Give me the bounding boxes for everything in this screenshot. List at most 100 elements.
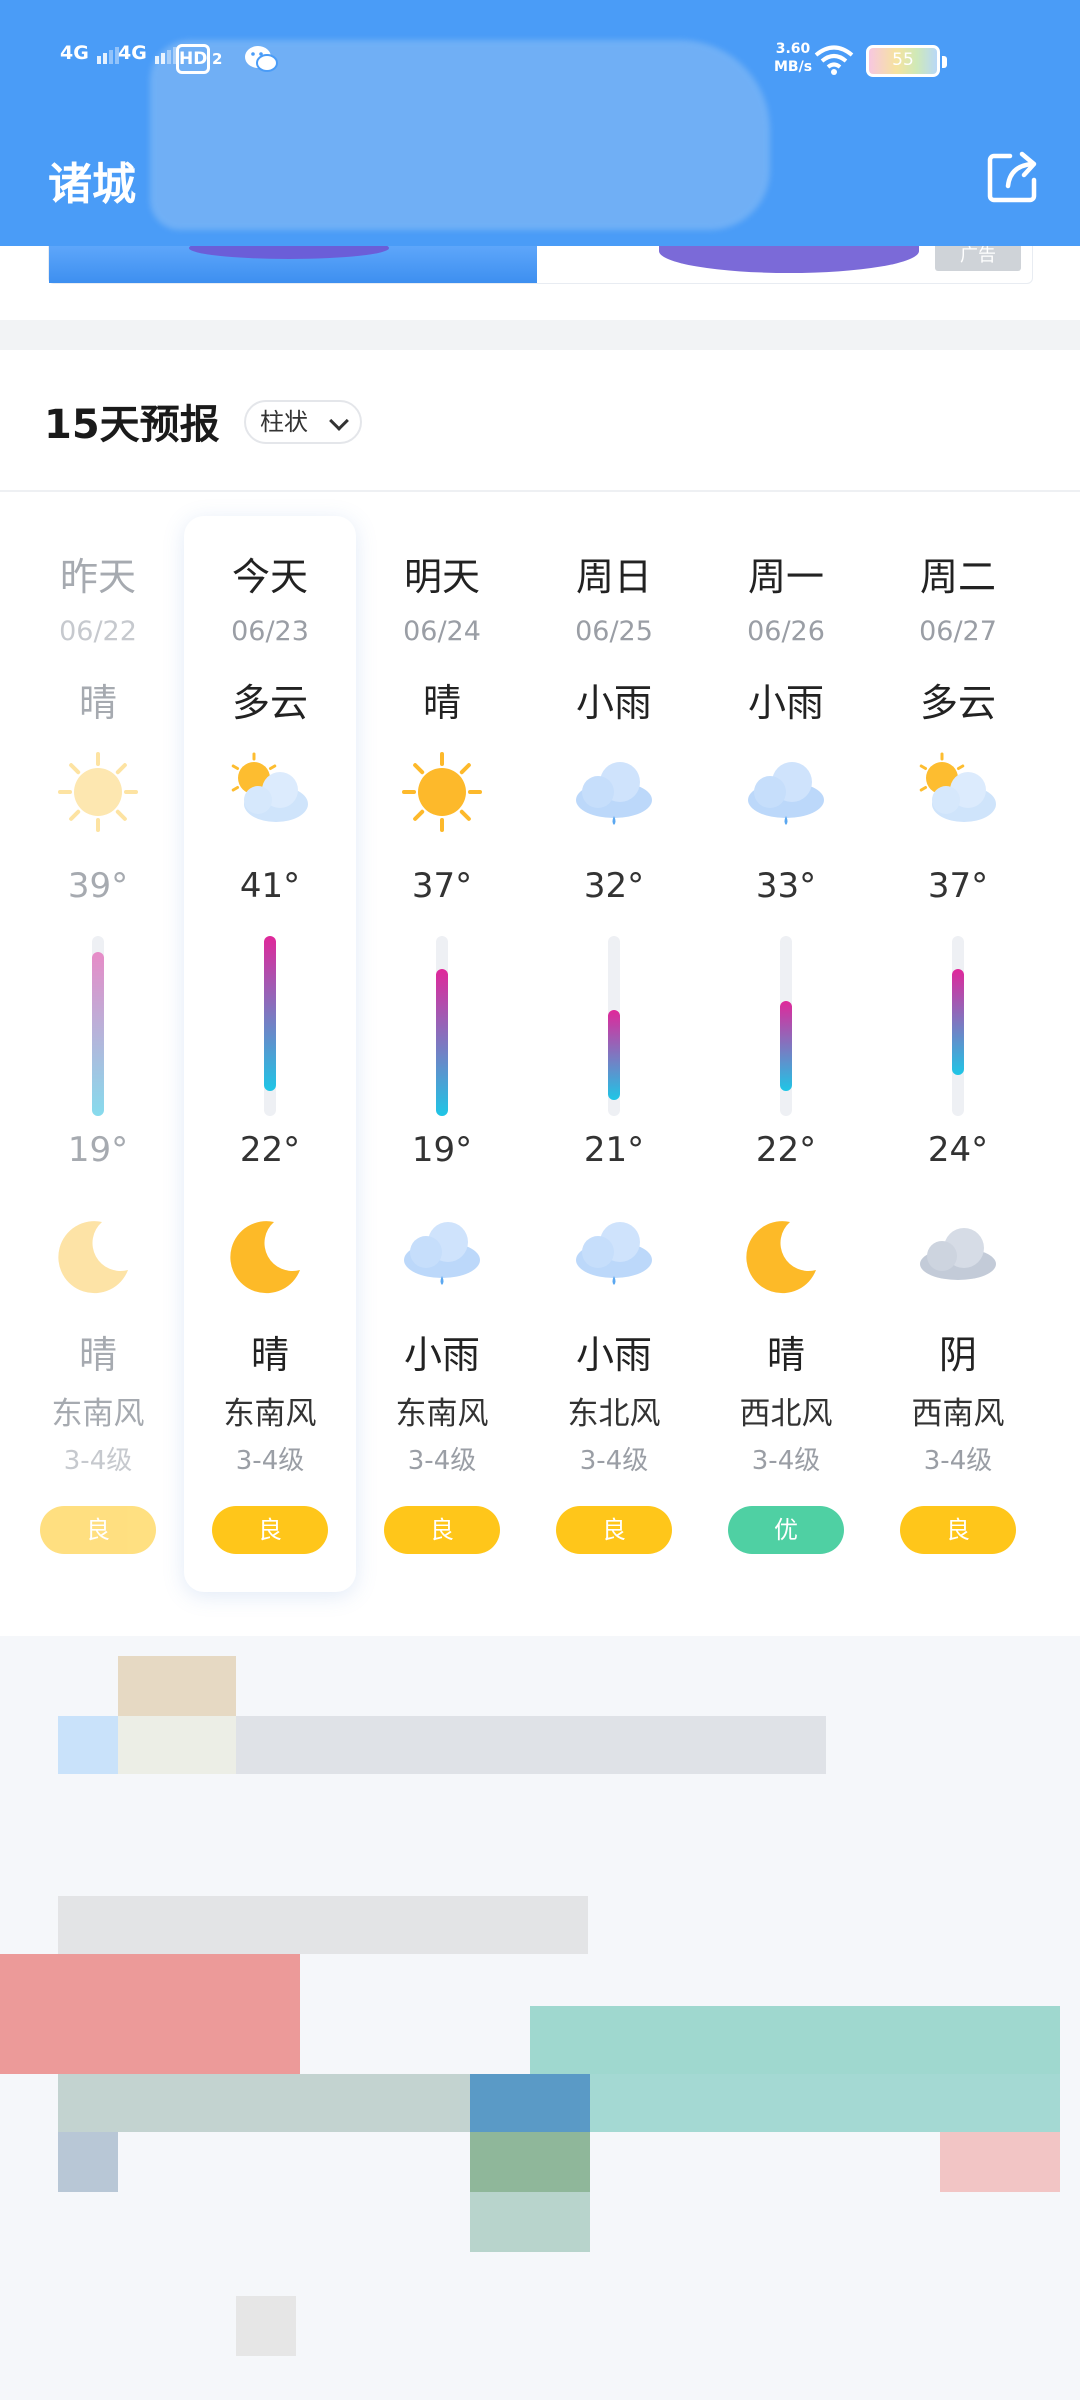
forecast-day-column[interactable]: 昨天 06/22 晴 39° 19° 晴 东南风 3-4级 良 <box>12 516 184 1592</box>
low-temp: 22° <box>239 1130 301 1170</box>
wind-level: 3-4级 <box>63 1446 133 1476</box>
high-temp: 37° <box>927 866 989 906</box>
partly-cloudy-icon <box>224 746 316 838</box>
wind-direction: 东南风 <box>223 1396 317 1432</box>
wind-level: 3-4级 <box>751 1446 821 1476</box>
date-label: 06/26 <box>747 616 825 647</box>
temp-range-bar <box>780 1001 792 1092</box>
wind-level: 3-4级 <box>235 1446 305 1476</box>
app-header: 4G 4G HD 2 3.60 MB/s 55 诸城 <box>0 0 1080 246</box>
night-weather-label: 晴 <box>78 1333 117 1377</box>
night-weather-label: 阴 <box>938 1333 977 1377</box>
forecast-title: 15天预报 <box>44 402 220 448</box>
night-weather-label: 晴 <box>766 1333 805 1377</box>
chart-mode-label: 柱状 <box>260 408 308 436</box>
date-label: 06/23 <box>231 616 309 647</box>
day-weather-label: 晴 <box>78 681 117 725</box>
temp-range-track <box>436 936 448 1116</box>
temp-range-track <box>952 936 964 1116</box>
wind-level: 3-4级 <box>923 1446 993 1476</box>
forecast-day-column[interactable]: 周日 06/25 小雨 32° 21° 小雨 东北风 3-4级 良 <box>528 516 700 1592</box>
date-label: 06/24 <box>403 616 481 647</box>
rain-cloud-icon <box>568 1206 660 1298</box>
overcast-cloud-icon <box>912 1206 1004 1298</box>
temp-range-bar <box>608 1009 620 1100</box>
rain-cloud-icon <box>396 1206 488 1298</box>
day-weather-label: 多云 <box>919 681 996 725</box>
moon-icon <box>52 1206 144 1298</box>
day-weather-label: 小雨 <box>575 681 652 725</box>
day-label: 周日 <box>575 555 652 599</box>
hd-voice-icon: HD <box>176 44 210 74</box>
aqi-badge[interactable]: 优 <box>728 1506 844 1554</box>
wind-direction: 东南风 <box>51 1396 145 1432</box>
wind-direction: 东南风 <box>395 1396 489 1432</box>
redacted-content <box>0 1636 1080 2400</box>
network-speed: 3.60 MB/s <box>774 41 813 75</box>
moon-icon <box>224 1206 316 1298</box>
temp-range-track <box>780 936 792 1116</box>
day-label: 昨天 <box>59 555 136 599</box>
rain-cloud-icon <box>740 746 832 838</box>
divider <box>0 490 1080 492</box>
forecast-day-column[interactable]: 今天 06/23 多云 41° 22° 晴 东南风 3-4级 良 <box>184 516 356 1592</box>
aqi-badge[interactable]: 良 <box>212 1506 328 1554</box>
night-weather-label: 小雨 <box>575 1333 652 1377</box>
low-temp: 19° <box>67 1130 129 1170</box>
wind-direction: 东北风 <box>567 1396 661 1432</box>
aqi-badge[interactable]: 良 <box>556 1506 672 1554</box>
low-temp: 19° <box>411 1130 473 1170</box>
chevron-down-icon <box>329 411 349 431</box>
section-divider <box>0 320 1080 350</box>
temp-range-track <box>264 936 276 1116</box>
day-label: 周二 <box>919 555 996 599</box>
high-temp: 41° <box>239 866 301 906</box>
rain-cloud-icon <box>568 746 660 838</box>
wifi-icon <box>814 45 854 75</box>
hd-sub: 2 <box>212 50 223 68</box>
share-icon[interactable] <box>984 148 1042 206</box>
forecast-day-column[interactable]: 明天 06/24 晴 37° 19° 小雨 东南风 3-4级 良 <box>356 516 528 1592</box>
low-temp: 21° <box>583 1130 645 1170</box>
forecast-day-column[interactable]: 周一 06/26 小雨 33° 22° 晴 西北风 3-4级 优 <box>700 516 872 1592</box>
low-temp: 22° <box>755 1130 817 1170</box>
wind-level: 3-4级 <box>407 1446 477 1476</box>
high-temp: 33° <box>755 866 817 906</box>
forecast-day-column[interactable]: 周二 06/27 多云 37° 24° 阴 西南风 3-4级 良 <box>872 516 1044 1592</box>
date-label: 06/27 <box>919 616 997 647</box>
aqi-badge[interactable]: 良 <box>40 1506 156 1554</box>
battery-icon: 55 <box>866 45 947 77</box>
wind-direction: 西北风 <box>739 1396 833 1432</box>
temp-range-bar <box>436 968 448 1116</box>
wechat-icon <box>245 46 278 72</box>
day-weather-label: 晴 <box>422 681 461 725</box>
temp-range-bar <box>952 968 964 1076</box>
date-label: 06/25 <box>575 616 653 647</box>
signal-2: 4G <box>118 42 179 64</box>
city-name[interactable]: 诸城 <box>48 148 136 212</box>
aqi-badge[interactable]: 良 <box>900 1506 1016 1554</box>
sun-icon <box>52 746 144 838</box>
temp-range-bar <box>264 936 276 1092</box>
signal-1: 4G <box>60 42 121 64</box>
day-label: 明天 <box>403 555 480 599</box>
high-temp: 39° <box>67 866 129 906</box>
day-label: 今天 <box>231 555 308 599</box>
low-temp: 24° <box>927 1130 989 1170</box>
night-weather-label: 晴 <box>250 1333 289 1377</box>
high-temp: 37° <box>411 866 473 906</box>
wind-level: 3-4级 <box>579 1446 649 1476</box>
chart-mode-dropdown[interactable]: 柱状 <box>244 400 362 444</box>
sun-icon <box>396 746 488 838</box>
weather-page: 广告 4G 4G HD 2 3.60 MB/s 55 诸城 15天预报 柱状 昨… <box>0 0 1080 2400</box>
moon-icon <box>740 1206 832 1298</box>
temp-range-bar <box>92 952 104 1116</box>
aqi-badge[interactable]: 良 <box>384 1506 500 1554</box>
partly-cloudy-icon <box>912 746 1004 838</box>
day-label: 周一 <box>747 555 824 599</box>
high-temp: 32° <box>583 866 645 906</box>
temp-range-track <box>608 936 620 1116</box>
day-weather-label: 多云 <box>231 681 308 725</box>
status-bar: 4G 4G HD 2 3.60 MB/s 55 <box>0 0 1080 120</box>
night-weather-label: 小雨 <box>403 1333 480 1377</box>
